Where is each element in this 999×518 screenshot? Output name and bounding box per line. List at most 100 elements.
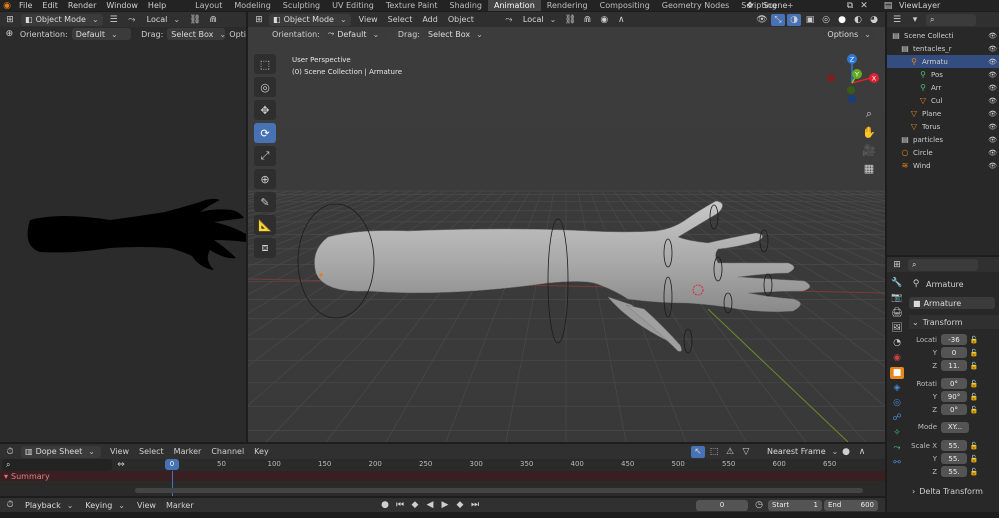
view-layer-tab-icon[interactable]: 🖼 (890, 322, 904, 334)
scene-tab-icon[interactable]: ◔ (890, 337, 904, 349)
lock-icon[interactable]: 🔓 (967, 360, 981, 372)
shading-material-icon[interactable]: ◐ (851, 14, 865, 26)
end-frame-field[interactable]: End 600 (824, 499, 878, 511)
pivot-icon[interactable]: ⤳ (502, 14, 516, 26)
left-transform-select[interactable]: Local (143, 14, 184, 26)
transform-pivot-icon[interactable]: ⤳ (125, 14, 139, 26)
errors-icon[interactable]: ⚠ (723, 446, 737, 458)
perspective-grid-icon[interactable]: ▦ (862, 162, 876, 175)
lock-icon[interactable]: 🔓 (967, 466, 981, 478)
shading-wire-icon[interactable]: ◎ (819, 14, 833, 26)
visibility-eye-icon[interactable]: 👁 (988, 136, 999, 144)
playback-menu[interactable]: Playback (21, 499, 77, 511)
visibility-eye-icon[interactable]: 👁 (988, 45, 999, 53)
modifier-tab-icon[interactable]: ◈ (890, 382, 904, 394)
workspace-tab-compositing[interactable]: Compositing (594, 0, 656, 11)
workspace-tab-geometry-nodes[interactable]: Geometry Nodes (656, 0, 735, 11)
left-orientation-select[interactable]: Default (71, 28, 132, 40)
properties-search[interactable]: ⌕ (908, 258, 978, 271)
falloff-icon[interactable]: ∧ (855, 446, 869, 458)
hand-mesh[interactable] (248, 41, 885, 442)
blender-logo-icon[interactable]: ◉ (0, 0, 14, 12)
visibility-icon[interactable]: 👁 (755, 14, 769, 26)
lock-icon[interactable]: 🔓 (967, 347, 981, 359)
visibility-eye-icon[interactable]: 👁 (988, 110, 999, 118)
tool-tab-icon[interactable]: 🔧 (890, 277, 904, 289)
workspace-tab-texture-paint[interactable]: Texture Paint (380, 0, 444, 11)
snap-icon[interactable]: ⋒ (580, 14, 594, 26)
render-tab-icon[interactable]: 📷 (890, 292, 904, 304)
dopesheet-menu-view[interactable]: View (110, 447, 129, 456)
workspace-tab-shading[interactable]: Shading (443, 0, 488, 11)
next-key-icon[interactable]: ◆ (453, 499, 467, 511)
outliner-item[interactable]: ▤ particles 👁 (887, 133, 999, 146)
drag-select[interactable]: Select Box (423, 28, 482, 40)
scene-name[interactable]: Scene (763, 1, 843, 10)
viewport-menu-select[interactable]: Select (388, 15, 413, 24)
gizmo-toggle-icon[interactable]: ⤡ (771, 13, 785, 26)
menu-window[interactable]: Window (106, 1, 138, 10)
camera-icon[interactable]: 🎥 (862, 144, 876, 157)
zoom-icon[interactable]: ⌕ (862, 107, 876, 120)
xray-icon[interactable]: ▣ (803, 14, 817, 26)
viewport-menu-add[interactable]: Add (422, 15, 438, 24)
object-name[interactable]: Armature (926, 280, 964, 289)
orientation-select[interactable]: ⤳ Default (323, 28, 388, 40)
visibility-eye-icon[interactable]: 👁 (988, 58, 999, 66)
keying-menu[interactable]: Keying (81, 499, 129, 511)
timeline-marker-menu[interactable]: Marker (166, 501, 194, 510)
current-frame-field[interactable]: 0 (696, 499, 748, 511)
outliner-item[interactable]: ▤ tentacles_r 👁 (887, 42, 999, 55)
delta-chevron-icon[interactable]: › (912, 487, 915, 496)
scale-z[interactable]: 55. (941, 466, 967, 477)
tool-add-cube[interactable]: ⧈ (254, 238, 276, 258)
outliner-item[interactable]: ▤ Scene Collecti 👁 (887, 29, 999, 42)
tool-cursor[interactable]: ◎ (254, 77, 276, 97)
dopesheet-mode-select[interactable]: ▥ Dope Sheet (21, 445, 101, 458)
scale-x[interactable]: 55. (941, 440, 967, 451)
pan-hand-icon[interactable]: ✋ (862, 126, 876, 139)
bone-tab-icon[interactable]: ⚯ (890, 457, 904, 469)
outliner-item[interactable]: ▽ Torus 👁 (887, 120, 999, 133)
options-button[interactable]: Options (823, 28, 875, 40)
dopesheet-menu-select[interactable]: Select (139, 447, 164, 456)
summary-label[interactable]: Summary (11, 472, 50, 481)
properties-editor-icon[interactable]: ⊞ (890, 259, 904, 271)
menu-render[interactable]: Render (68, 1, 96, 10)
outliner-search[interactable]: ⌕ (926, 13, 976, 26)
menu-icon[interactable]: ☰ (107, 14, 121, 26)
hidden-icon[interactable]: ⬚ (707, 446, 721, 458)
tool-select-box[interactable]: ⬚ (254, 54, 276, 74)
outliner-item[interactable]: ▽ Cul 👁 (887, 94, 999, 107)
start-frame-field[interactable]: Start 1 (768, 499, 822, 511)
section-chevron-icon[interactable]: ⌄ (912, 318, 919, 327)
outliner-item[interactable]: ⚲ Armatu 👁 (887, 55, 999, 68)
lock-icon[interactable]: 🔓 (967, 334, 981, 346)
lock-icon[interactable]: 🔓 (967, 453, 981, 465)
workspace-tab-layout[interactable]: Layout (189, 0, 228, 11)
rotation-z[interactable]: 0° (941, 404, 967, 415)
summary-chevron-icon[interactable]: ▾ (4, 472, 8, 481)
location-x[interactable]: -36 (941, 334, 967, 345)
lock-icon[interactable]: 🔓 (967, 378, 981, 390)
outliner-item[interactable]: ≋ Wind 👁 (887, 159, 999, 172)
particles-tab-icon[interactable]: ◎ (890, 397, 904, 409)
proportional-icon[interactable]: ● (839, 446, 853, 458)
output-tab-icon[interactable]: 🖨 (890, 307, 904, 319)
link-icon[interactable]: ⛓ (188, 14, 202, 26)
snap-icon[interactable]: ⋒ (206, 14, 220, 26)
viewport-editor-type-icon[interactable]: ⊞ (252, 14, 266, 26)
lock-icon[interactable]: 🔓 (967, 404, 981, 416)
clock-icon[interactable]: ◷ (752, 499, 766, 511)
tool-measure[interactable]: 📐 (254, 215, 276, 235)
rotation-y[interactable]: 90° (941, 391, 967, 402)
lock-icon[interactable]: 🔓 (967, 391, 981, 403)
tool-annotate[interactable]: ✎ (254, 192, 276, 212)
physics-tab-icon[interactable]: ☍ (890, 412, 904, 424)
workspace-tab-rendering[interactable]: Rendering (541, 0, 594, 11)
overlay-icon[interactable]: ◑ (787, 13, 801, 26)
shading-solid-icon[interactable]: ● (835, 14, 849, 26)
tool-move[interactable]: ✥ (254, 100, 276, 120)
visibility-eye-icon[interactable]: 👁 (988, 97, 999, 105)
link-icon[interactable]: ⛓ (563, 14, 577, 26)
